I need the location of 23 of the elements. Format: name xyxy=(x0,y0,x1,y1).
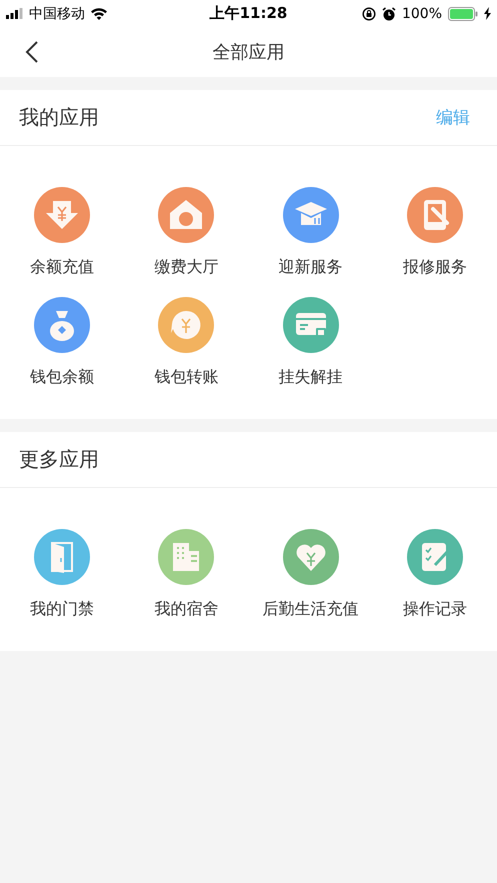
battery-icon xyxy=(448,6,478,20)
app-item[interactable]: 缴费大厅 xyxy=(124,187,248,278)
alarm-icon xyxy=(382,6,396,20)
app-item[interactable]: 挂失解挂 xyxy=(248,297,373,388)
app-item[interactable]: 迎新服务 xyxy=(248,187,373,278)
app-item[interactable]: 我的宿舍 xyxy=(124,529,248,620)
app-item[interactable]: 报修服务 xyxy=(372,187,497,278)
app-item[interactable]: 钱包转账 xyxy=(124,297,248,388)
app-item[interactable]: 后勤生活充值 xyxy=(248,529,373,620)
app-item[interactable]: 操作记录 xyxy=(372,529,497,620)
clock-time: 上午11:28 xyxy=(210,4,288,23)
section-title: 更多应用 xyxy=(19,446,99,473)
app-item[interactable]: 我的门禁 xyxy=(0,529,124,620)
charging-icon xyxy=(484,7,491,20)
battery-percent: 100% xyxy=(402,6,442,22)
app-item[interactable]: 钱包余额 xyxy=(0,297,124,388)
wifi-icon xyxy=(90,7,108,20)
app-item[interactable]: 余额充值 xyxy=(0,187,124,278)
signal-icon xyxy=(6,8,24,19)
rotation-lock-icon xyxy=(362,6,376,20)
carrier-name: 中国移动 xyxy=(29,4,85,22)
page-title: 全部应用 xyxy=(212,41,284,64)
section-title: 我的应用 xyxy=(19,104,99,131)
